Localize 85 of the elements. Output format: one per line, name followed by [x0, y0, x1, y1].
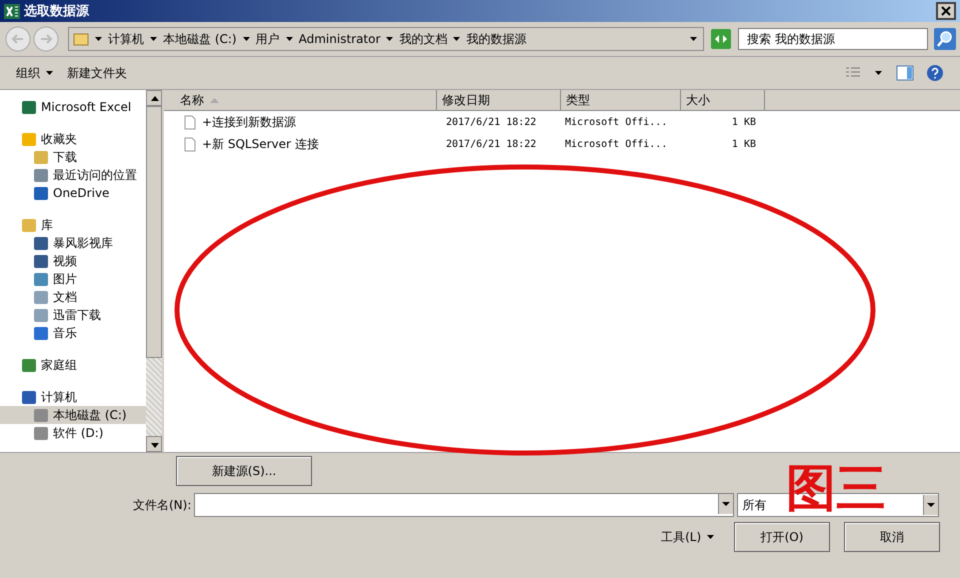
table-cell-text: 2017/6/21 18:22 — [445, 116, 538, 128]
caret-icon[interactable] — [453, 37, 460, 41]
sidebar-icon — [22, 132, 36, 146]
caret-icon — [707, 535, 714, 540]
sort-arrow-icon — [210, 98, 219, 102]
caret-icon[interactable] — [875, 71, 882, 75]
sidebar-item[interactable]: 图片 — [0, 270, 146, 288]
close-button[interactable] — [936, 2, 956, 20]
filename-field[interactable] — [194, 493, 734, 517]
sidebar-item[interactable]: 下载 — [0, 148, 146, 166]
sidebar-icon — [34, 236, 48, 250]
file-icon — [184, 136, 196, 152]
file-name[interactable]: +连接到新数据源 — [202, 114, 296, 130]
sidebar-icon — [34, 290, 48, 304]
folder-icon — [73, 32, 89, 46]
column-header[interactable]: 大小 — [681, 90, 765, 110]
dialog-button[interactable]: 取消 — [844, 522, 940, 552]
sidebar-item[interactable]: 音乐 — [0, 324, 146, 342]
sidebar-icon — [34, 168, 48, 182]
organize-menu[interactable]: 组织 — [16, 64, 55, 82]
breadcrumb[interactable]: 用户 — [256, 30, 280, 48]
sidebar-icon — [34, 272, 48, 286]
filename-label: 文件名(N): — [133, 496, 192, 514]
sidebar-icon — [22, 390, 36, 404]
scroll-up-icon[interactable] — [146, 90, 162, 106]
sidebar-icon — [22, 100, 36, 114]
table-cell-text: 2017/6/21 18:22 — [445, 138, 538, 150]
column-header[interactable]: 修改日期 — [437, 90, 561, 110]
sidebar-item[interactable]: 迅雷下载 — [0, 306, 146, 324]
caret-icon[interactable] — [386, 37, 394, 41]
sidebar-icon — [34, 308, 48, 322]
sidebar-item[interactable]: 视频 — [0, 252, 146, 270]
breadcrumb[interactable]: 计算机 — [108, 30, 144, 48]
breadcrumb[interactable]: 我的数据源 — [466, 30, 526, 48]
sidebar-icon — [22, 358, 36, 372]
refresh-icon[interactable] — [710, 28, 732, 50]
breadcrumb[interactable]: 我的文档 — [399, 30, 448, 48]
new-folder-button[interactable]: 新建文件夹 — [66, 64, 127, 82]
excel-icon — [4, 4, 20, 18]
sidebar-item[interactable]: 文档 — [0, 288, 146, 306]
search-field[interactable]: 搜索 我的数据源 — [738, 28, 928, 50]
sidebar-icon — [34, 186, 48, 200]
sidebar-item[interactable]: 暴风影视库 — [0, 234, 146, 252]
caret-icon[interactable] — [286, 37, 293, 41]
address-bar[interactable]: 计算机 本地磁盘 (C:) 用户 Administrator 我的文档 我的数据源 — [68, 27, 704, 51]
caret-icon[interactable] — [242, 37, 250, 41]
sidebar-icon — [34, 254, 48, 268]
file-icon — [184, 114, 196, 130]
table-cell-text: 1 KB — [730, 116, 756, 128]
sidebar-icon — [34, 150, 48, 164]
sidebar-item[interactable]: OneDrive — [0, 184, 146, 202]
dropdown-caret-icon[interactable] — [690, 37, 697, 41]
sidebar-item[interactable]: 最近访问的位置 — [0, 166, 146, 184]
sidebar-item[interactable]: 收藏夹 — [0, 130, 146, 148]
scroll-down-icon[interactable] — [146, 436, 162, 452]
caret-icon — [46, 71, 53, 76]
tools-menu[interactable]: 工具(L) — [661, 528, 716, 546]
breadcrumb[interactable]: 本地磁盘 (C:) — [163, 30, 237, 48]
sidebar-item[interactable]: Microsoft Excel — [0, 98, 146, 116]
caret-icon[interactable] — [150, 37, 157, 41]
sidebar-icon — [22, 218, 36, 232]
file-name[interactable]: +新 SQLServer 连接 — [202, 136, 319, 152]
sidebar-item[interactable]: 家庭组 — [0, 356, 146, 374]
scroll-thumb[interactable] — [146, 106, 162, 358]
table-cell-text: Microsoft Offi... — [564, 116, 668, 128]
sidebar-item[interactable]: 软件 (D:) — [0, 424, 146, 442]
sidebar-icon — [34, 408, 48, 422]
table-cell-text: Microsoft Offi... — [564, 138, 668, 150]
column-header[interactable]: 名称 — [164, 90, 437, 110]
breadcrumb[interactable]: Administrator — [298, 32, 380, 46]
dialog-button[interactable]: 打开(O) — [734, 522, 830, 552]
column-header[interactable]: 类型 — [561, 90, 681, 110]
table-cell-text: 1 KB — [730, 138, 756, 150]
search-icon[interactable] — [934, 28, 956, 50]
help-icon[interactable] — [926, 64, 944, 82]
window-title: 选取数据源 — [24, 3, 89, 20]
scrollbar[interactable] — [146, 90, 162, 452]
sidebar-item[interactable]: 本地磁盘 (C:) — [0, 406, 146, 424]
sidebar-icon — [34, 426, 48, 440]
sidebar-item[interactable]: 计算机 — [0, 388, 146, 406]
new-source-button[interactable]: 新建源(S)... — [176, 456, 312, 486]
preview-pane-icon[interactable] — [896, 65, 914, 81]
sidebar-icon — [34, 326, 48, 340]
sidebar-item[interactable]: 库 — [0, 216, 146, 234]
caret-icon[interactable] — [95, 37, 102, 41]
